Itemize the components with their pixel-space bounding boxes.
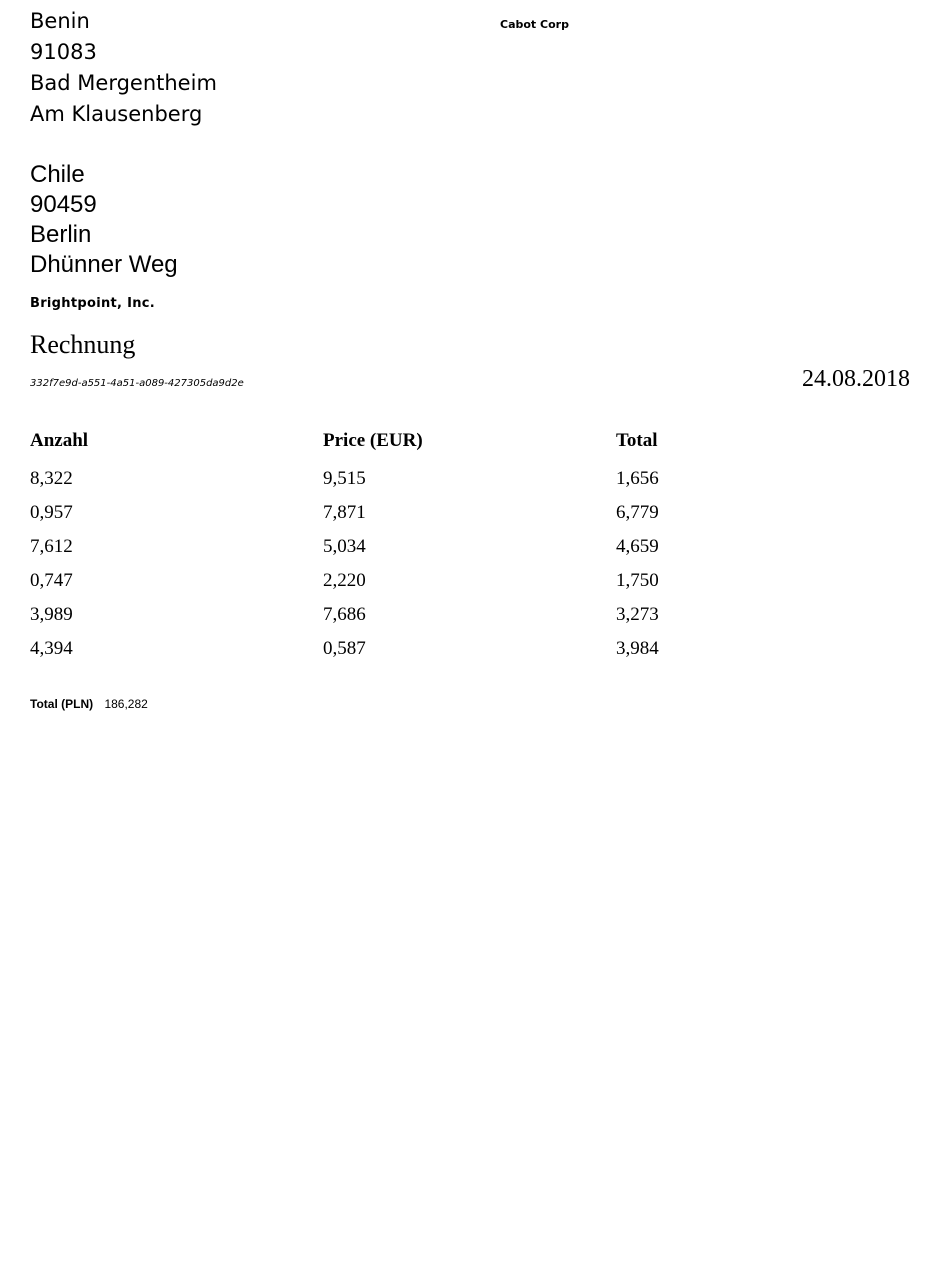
document-title: Rechnung — [30, 330, 136, 359]
table-row: 8,322 9,515 1,656 — [30, 462, 910, 496]
table-header-row: Anzahl Price (EUR) Total — [30, 426, 910, 456]
cell-price: 2,220 — [323, 570, 366, 591]
cell-price: 7,871 — [323, 502, 366, 523]
cell-quantity: 4,394 — [30, 638, 73, 659]
table-row: 7,612 5,034 4,659 — [30, 530, 910, 564]
sender-city: Bad Mergentheim — [30, 71, 217, 95]
grand-total-label: Total (PLN) — [30, 697, 94, 711]
cell-quantity: 3,989 — [30, 604, 73, 625]
cell-price: 7,686 — [323, 604, 366, 625]
grand-total-value: 186,282 — [104, 697, 148, 711]
cell-total: 4,659 — [616, 536, 659, 557]
table-row: 0,957 7,871 6,779 — [30, 496, 910, 530]
sender-street: Am Klausenberg — [30, 102, 203, 126]
cell-total: 3,273 — [616, 604, 659, 625]
recipient-postal-code: 90459 — [30, 191, 97, 218]
table-row: 3,989 7,686 3,273 — [30, 598, 910, 632]
recipient-company: Brightpoint, Inc. — [30, 296, 156, 311]
cell-price: 5,034 — [323, 536, 366, 557]
cell-quantity: 7,612 — [30, 536, 73, 557]
invoice-date: 24.08.2018 — [802, 366, 910, 392]
sender-address: Benin 91083 Bad Mergentheim Am Klausenbe… — [30, 6, 217, 130]
recipient-city: Berlin — [30, 221, 92, 248]
cell-quantity: 8,322 — [30, 468, 73, 489]
cell-total: 1,750 — [616, 570, 659, 591]
sender-company: Cabot Corp — [500, 18, 569, 31]
header-price: Price (EUR) — [323, 430, 423, 451]
cell-quantity: 0,747 — [30, 570, 73, 591]
cell-price: 9,515 — [323, 468, 366, 489]
cell-quantity: 0,957 — [30, 502, 73, 523]
cell-total: 1,656 — [616, 468, 659, 489]
invoice-page: Benin 91083 Bad Mergentheim Am Klausenbe… — [0, 0, 940, 1280]
table-row: 4,394 0,587 3,984 — [30, 632, 910, 666]
sender-country: Benin — [30, 9, 90, 33]
invoice-id: 332f7e9d-a551-4a51-a089-427305da9d2e — [30, 378, 244, 389]
recipient-address: Chile 90459 Berlin Dhünner Weg — [30, 160, 178, 280]
table-row: 0,747 2,220 1,750 — [30, 564, 910, 598]
recipient-street: Dhünner Weg — [30, 251, 178, 278]
cell-total: 3,984 — [616, 638, 659, 659]
sender-postal-code: 91083 — [30, 40, 97, 64]
cell-price: 0,587 — [323, 638, 366, 659]
header-total: Total — [616, 430, 658, 451]
recipient-country: Chile — [30, 161, 85, 188]
header-quantity: Anzahl — [30, 430, 89, 451]
items-table: Anzahl Price (EUR) Total 8,322 9,515 1,6… — [30, 426, 910, 666]
cell-total: 6,779 — [616, 502, 659, 523]
grand-total: Total (PLN) 186,282 — [30, 697, 148, 711]
